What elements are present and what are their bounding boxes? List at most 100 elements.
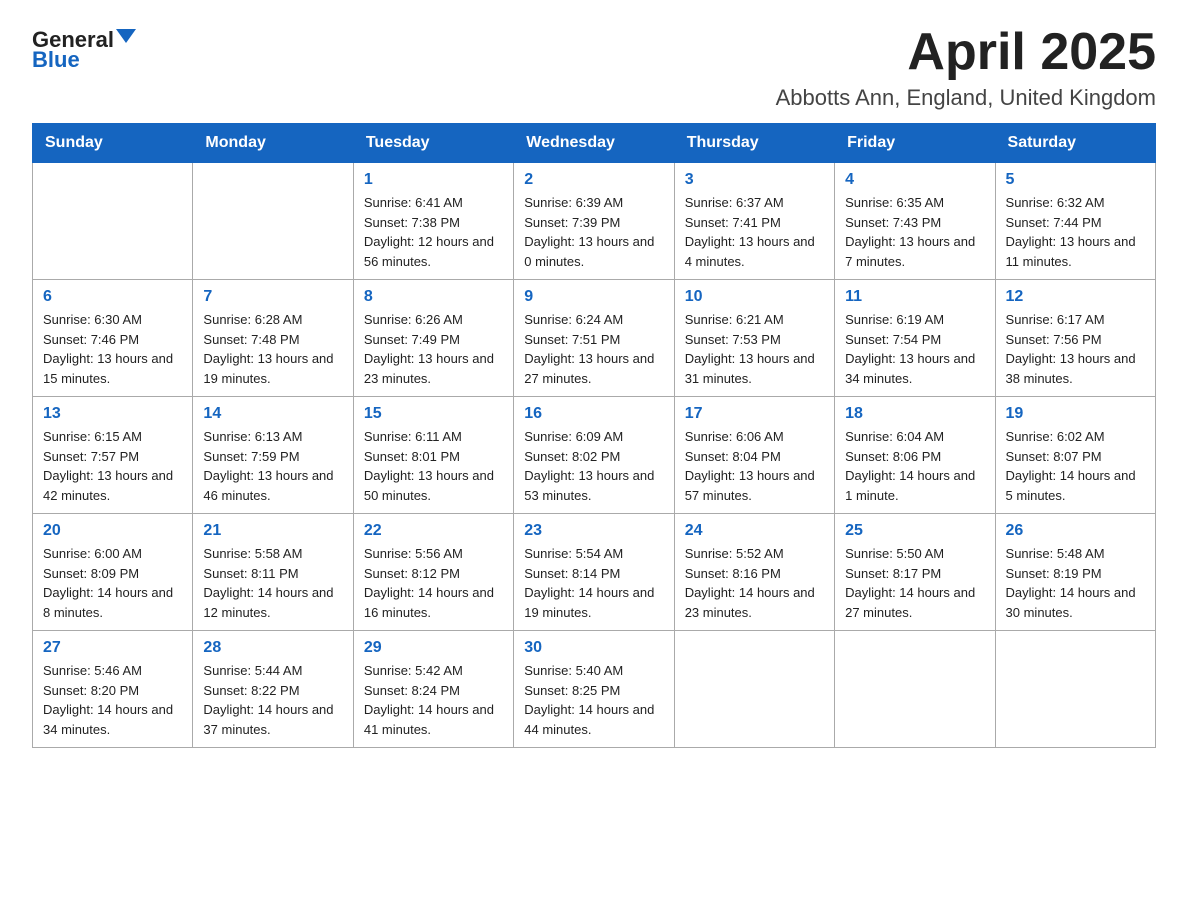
calendar-cell	[674, 631, 834, 748]
location-title: Abbotts Ann, England, United Kingdom	[776, 85, 1156, 111]
calendar-cell: 25 Sunrise: 5:50 AMSunset: 8:17 PMDayligh…	[835, 514, 995, 631]
day-details: Sunrise: 5:42 AMSunset: 8:24 PMDaylight:…	[364, 661, 503, 739]
calendar-cell: 30Sunrise: 5:40 AMSunset: 8:25 PMDayligh…	[514, 631, 674, 748]
day-details: Sunrise: 6:17 AMSunset: 7:56 PMDaylight:…	[1006, 310, 1145, 388]
calendar-cell: 20 Sunrise: 6:00 AMSunset: 8:09 PMDayligh…	[33, 514, 193, 631]
weekday-header-sunday: Sunday	[33, 124, 193, 163]
day-number: 29	[364, 639, 503, 657]
day-number: 26	[1006, 522, 1145, 540]
calendar-cell: 18Sunrise: 6:04 AMSunset: 8:06 PMDayligh…	[835, 397, 995, 514]
calendar-cell: 10 Sunrise: 6:21 AMSunset: 7:53 PMDayligh…	[674, 280, 834, 397]
calendar-cell: 27 Sunrise: 5:46 AMSunset: 8:20 PMDayligh…	[33, 631, 193, 748]
calendar-cell: 17Sunrise: 6:06 AMSunset: 8:04 PMDayligh…	[674, 397, 834, 514]
day-number: 4	[845, 171, 984, 189]
calendar-cell	[995, 631, 1155, 748]
logo: General Blue	[32, 28, 136, 72]
month-title: April 2025	[776, 24, 1156, 81]
calendar-week-row: 1 Sunrise: 6:41 AMSunset: 7:38 PMDaylight…	[33, 163, 1156, 280]
calendar-cell: 6 Sunrise: 6:30 AMSunset: 7:46 PMDaylight…	[33, 280, 193, 397]
day-number: 15	[364, 405, 503, 423]
day-details: Sunrise: 5:52 AMSunset: 8:16 PMDaylight:…	[685, 544, 824, 622]
day-details: Sunrise: 5:56 AMSunset: 8:12 PMDaylight:…	[364, 544, 503, 622]
calendar-cell: 16 Sunrise: 6:09 AMSunset: 8:02 PMDayligh…	[514, 397, 674, 514]
day-number: 12	[1006, 288, 1145, 306]
calendar-cell: 28 Sunrise: 5:44 AMSunset: 8:22 PMDayligh…	[193, 631, 353, 748]
day-number: 19	[1006, 405, 1145, 423]
day-number: 5	[1006, 171, 1145, 189]
calendar-cell: 13 Sunrise: 6:15 AMSunset: 7:57 PMDayligh…	[33, 397, 193, 514]
day-number: 23	[524, 522, 663, 540]
weekday-header-tuesday: Tuesday	[353, 124, 513, 163]
logo-blue: Blue	[32, 48, 80, 72]
calendar-cell: 24 Sunrise: 5:52 AMSunset: 8:16 PMDayligh…	[674, 514, 834, 631]
day-details: Sunrise: 6:00 AMSunset: 8:09 PMDaylight:…	[43, 544, 182, 622]
calendar-cell	[835, 631, 995, 748]
day-number: 11	[845, 288, 984, 306]
calendar-cell: 4Sunrise: 6:35 AMSunset: 7:43 PMDaylight…	[835, 163, 995, 280]
day-number: 25	[845, 522, 984, 540]
day-details: Sunrise: 6:41 AMSunset: 7:38 PMDaylight:…	[364, 193, 503, 271]
day-number: 8	[364, 288, 503, 306]
day-details: Sunrise: 6:28 AMSunset: 7:48 PMDaylight:…	[203, 310, 342, 388]
calendar-cell: 8 Sunrise: 6:26 AMSunset: 7:49 PMDaylight…	[353, 280, 513, 397]
day-details: Sunrise: 6:32 AMSunset: 7:44 PMDaylight:…	[1006, 193, 1145, 271]
day-number: 10	[685, 288, 824, 306]
day-details: Sunrise: 6:13 AMSunset: 7:59 PMDaylight:…	[203, 427, 342, 505]
weekday-header-wednesday: Wednesday	[514, 124, 674, 163]
day-details: Sunrise: 5:50 AMSunset: 8:17 PMDaylight:…	[845, 544, 984, 622]
day-number: 18	[845, 405, 984, 423]
calendar-cell: 1 Sunrise: 6:41 AMSunset: 7:38 PMDaylight…	[353, 163, 513, 280]
day-details: Sunrise: 6:30 AMSunset: 7:46 PMDaylight:…	[43, 310, 182, 388]
calendar-week-row: 13 Sunrise: 6:15 AMSunset: 7:57 PMDayligh…	[33, 397, 1156, 514]
day-details: Sunrise: 5:48 AMSunset: 8:19 PMDaylight:…	[1006, 544, 1145, 622]
weekday-header-row: SundayMondayTuesdayWednesdayThursdayFrid…	[33, 124, 1156, 163]
day-number: 1	[364, 171, 503, 189]
day-details: Sunrise: 5:40 AMSunset: 8:25 PMDaylight:…	[524, 661, 663, 739]
day-number: 2	[524, 171, 663, 189]
day-details: Sunrise: 6:39 AMSunset: 7:39 PMDaylight:…	[524, 193, 663, 271]
day-number: 13	[43, 405, 182, 423]
weekday-header-friday: Friday	[835, 124, 995, 163]
day-number: 17	[685, 405, 824, 423]
day-number: 9	[524, 288, 663, 306]
day-number: 22	[364, 522, 503, 540]
day-number: 28	[203, 639, 342, 657]
day-details: Sunrise: 6:09 AMSunset: 8:02 PMDaylight:…	[524, 427, 663, 505]
day-number: 27	[43, 639, 182, 657]
calendar-cell	[33, 163, 193, 280]
day-details: Sunrise: 5:44 AMSunset: 8:22 PMDaylight:…	[203, 661, 342, 739]
day-number: 24	[685, 522, 824, 540]
calendar-cell: 23Sunrise: 5:54 AMSunset: 8:14 PMDayligh…	[514, 514, 674, 631]
day-details: Sunrise: 6:02 AMSunset: 8:07 PMDaylight:…	[1006, 427, 1145, 505]
weekday-header-thursday: Thursday	[674, 124, 834, 163]
day-number: 20	[43, 522, 182, 540]
title-block: April 2025 Abbotts Ann, England, United …	[776, 24, 1156, 111]
day-details: Sunrise: 5:58 AMSunset: 8:11 PMDaylight:…	[203, 544, 342, 622]
calendar-cell: 22 Sunrise: 5:56 AMSunset: 8:12 PMDayligh…	[353, 514, 513, 631]
calendar-cell: 2 Sunrise: 6:39 AMSunset: 7:39 PMDaylight…	[514, 163, 674, 280]
day-details: Sunrise: 5:46 AMSunset: 8:20 PMDaylight:…	[43, 661, 182, 739]
day-number: 21	[203, 522, 342, 540]
calendar-cell: 15 Sunrise: 6:11 AMSunset: 8:01 PMDayligh…	[353, 397, 513, 514]
calendar-cell: 12 Sunrise: 6:17 AMSunset: 7:56 PMDayligh…	[995, 280, 1155, 397]
day-number: 3	[685, 171, 824, 189]
day-details: Sunrise: 6:15 AMSunset: 7:57 PMDaylight:…	[43, 427, 182, 505]
day-number: 6	[43, 288, 182, 306]
day-details: Sunrise: 6:19 AMSunset: 7:54 PMDaylight:…	[845, 310, 984, 388]
calendar-cell: 29 Sunrise: 5:42 AMSunset: 8:24 PMDayligh…	[353, 631, 513, 748]
calendar-cell: 19 Sunrise: 6:02 AMSunset: 8:07 PMDayligh…	[995, 397, 1155, 514]
calendar-week-row: 27 Sunrise: 5:46 AMSunset: 8:20 PMDayligh…	[33, 631, 1156, 748]
calendar-cell: 26 Sunrise: 5:48 AMSunset: 8:19 PMDayligh…	[995, 514, 1155, 631]
day-details: Sunrise: 6:21 AMSunset: 7:53 PMDaylight:…	[685, 310, 824, 388]
day-number: 7	[203, 288, 342, 306]
weekday-header-saturday: Saturday	[995, 124, 1155, 163]
day-details: Sunrise: 6:11 AMSunset: 8:01 PMDaylight:…	[364, 427, 503, 505]
calendar-cell: 3 Sunrise: 6:37 AMSunset: 7:41 PMDaylight…	[674, 163, 834, 280]
day-number: 16	[524, 405, 663, 423]
page-header: General Blue April 2025 Abbotts Ann, Eng…	[32, 24, 1156, 111]
day-details: Sunrise: 6:37 AMSunset: 7:41 PMDaylight:…	[685, 193, 824, 271]
day-details: Sunrise: 6:26 AMSunset: 7:49 PMDaylight:…	[364, 310, 503, 388]
calendar-week-row: 6 Sunrise: 6:30 AMSunset: 7:46 PMDaylight…	[33, 280, 1156, 397]
day-number: 14	[203, 405, 342, 423]
logo-triangle-icon	[116, 29, 136, 43]
